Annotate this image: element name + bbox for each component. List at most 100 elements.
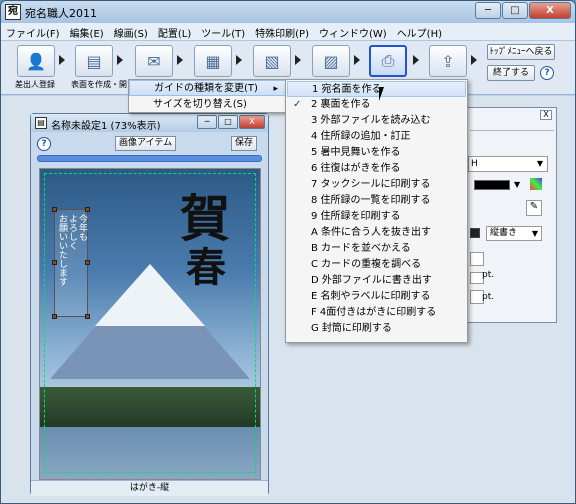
submenu-item-f[interactable]: F 4面付きはがきに印刷する xyxy=(287,305,466,321)
submenu-item-g[interactable]: G 封筒に印刷する xyxy=(287,321,466,337)
submenu-item-label: D 外部ファイルに書き出す xyxy=(311,275,432,286)
context-menu: ガイドの種類を変更(T) ▸ サイズを切り替え(S) xyxy=(128,79,288,113)
menu-line[interactable]: 線画(S) xyxy=(109,23,153,40)
switch-size-item[interactable]: サイズを切り替え(S) xyxy=(129,97,287,113)
postcard-canvas[interactable]: 賀 春 今年も よろしく お願いいたします xyxy=(39,168,261,480)
submenu-item-1[interactable]: 1 宛名面を作る xyxy=(287,81,466,97)
save-button[interactable]: 保存 xyxy=(231,136,258,151)
arrow-icon xyxy=(354,55,360,65)
check-icon: ✓ xyxy=(293,99,302,110)
palette-icon[interactable] xyxy=(530,178,542,190)
doc-title-bar: ▤ 名称未設定1 (73%表示) ─ □ X xyxy=(31,114,268,132)
image-item-button[interactable]: 画像アイテム xyxy=(115,136,177,151)
tool-button-3[interactable]: ✉ xyxy=(135,45,173,77)
chevron-down-icon: ▼ xyxy=(536,159,543,168)
menu-file[interactable]: ファイル(F) xyxy=(1,23,65,40)
maximize-button[interactable]: □ xyxy=(502,2,528,19)
menu-help[interactable]: ヘルプ(H) xyxy=(392,23,447,40)
person-icon: 👤 xyxy=(26,51,46,71)
size-stepper[interactable] xyxy=(470,252,484,266)
top-menu-button[interactable]: ﾄｯﾌﾟﾒﾆｭｰへ戻る xyxy=(487,44,555,60)
chevron-down-icon[interactable]: ▼ xyxy=(514,180,524,190)
submenu-item-label: 9 住所録を印刷する xyxy=(311,211,401,222)
submenu-item-7[interactable]: 7 タックシールに印刷する xyxy=(287,177,466,193)
submenu-item-a[interactable]: A 条件に合う人を抜き出す xyxy=(287,225,466,241)
menu-layout[interactable]: 配置(L) xyxy=(153,23,196,40)
submenu-item-4[interactable]: 4 住所録の追加・訂正 xyxy=(287,129,466,145)
menu-tools[interactable]: ツール(T) xyxy=(196,23,250,40)
submenu-item-label: E 名刺やラベルに印刷する xyxy=(311,291,431,302)
card-icon: ▦ xyxy=(205,51,221,71)
toggle-icon[interactable] xyxy=(470,228,480,238)
submenu-item-d[interactable]: D 外部ファイルに書き出す xyxy=(287,273,466,289)
submenu-item-label: 4 住所録の追加・訂正 xyxy=(311,131,411,142)
submenu-item-label: 5 暑中見舞いを作る xyxy=(311,147,401,158)
front-create-button[interactable]: ▤ xyxy=(75,45,113,77)
envelope-icon: ✉ xyxy=(147,51,161,71)
submenu-item-label: F 4面付きはがきに印刷する xyxy=(311,307,437,318)
print-button[interactable]: ⎙ xyxy=(369,45,407,77)
title-bar: 宛 宛名職人2011 ─ □ X xyxy=(1,1,575,23)
submenu-item-b[interactable]: B カードを並べかえる xyxy=(287,241,466,257)
submenu-item-label: B カードを並べかえる xyxy=(311,243,411,254)
doc-close-button[interactable]: X xyxy=(239,115,265,129)
change-guide-type-item[interactable]: ガイドの種類を変更(T) ▸ xyxy=(129,80,287,96)
progress-bar xyxy=(37,155,262,162)
document-window: ▤ 名称未設定1 (73%表示) ─ □ X ? 画像アイテム 保存 賀 春 今… xyxy=(30,113,269,496)
submenu-item-2[interactable]: ✓ 2 裏面を作る xyxy=(287,97,466,113)
doc-help-icon[interactable]: ? xyxy=(37,137,51,151)
doc-toolbar: ? 画像アイテム 保存 xyxy=(35,136,264,154)
tool-button-5[interactable]: ▧ xyxy=(253,45,291,77)
doc-maximize-button[interactable]: □ xyxy=(218,115,238,129)
unit-label: pt. xyxy=(482,270,495,280)
arrow-icon xyxy=(177,55,183,65)
arrow-icon xyxy=(413,55,419,65)
submenu-item-9[interactable]: 9 住所録を印刷する xyxy=(287,209,466,225)
front-create-label: 表面を作成・開く xyxy=(71,80,135,89)
properties-panel: X H ▼ ▼ ✎ 縦書き ▼ pt. pt. xyxy=(463,107,557,323)
menu-special-print[interactable]: 特殊印刷(P) xyxy=(250,23,314,40)
menu-window[interactable]: ウィンドウ(W) xyxy=(314,23,392,40)
safe-area-guide xyxy=(44,173,256,473)
guide-submenu: 1 宛名面を作る ✓ 2 裏面を作る 3 外部ファイルを読み込む 4 住所録の追加… xyxy=(285,79,468,343)
sender-register-button[interactable]: 👤 xyxy=(17,45,55,77)
switch-size-label: サイズを切り替え(S) xyxy=(153,99,247,110)
help-icon[interactable]: ? xyxy=(540,66,554,80)
submenu-item-6[interactable]: 6 往復はがきを作る xyxy=(287,161,466,177)
card-icon: ▨ xyxy=(323,51,339,71)
app-window: 宛 宛名職人2011 ─ □ X ファイル(F) 編集(E) 線画(S) 配置(… xyxy=(0,0,576,504)
submenu-item-label: 3 外部ファイルを読み込む xyxy=(311,115,431,126)
submenu-item-5[interactable]: 5 暑中見舞いを作る xyxy=(287,145,466,161)
tool-button-8[interactable]: ⇪ xyxy=(429,45,467,77)
change-guide-type-label: ガイドの種類を変更(T) xyxy=(154,83,258,94)
font-select-value: H xyxy=(471,159,478,169)
tool-button-6[interactable]: ▨ xyxy=(312,45,350,77)
app-icon: 宛 xyxy=(5,4,21,20)
submenu-item-label: 1 宛名面を作る xyxy=(312,84,382,95)
submenu-item-c[interactable]: C カードの重複を調べる xyxy=(287,257,466,273)
arrow-icon xyxy=(117,55,123,65)
tool-button-4[interactable]: ▦ xyxy=(194,45,232,77)
submenu-arrow-icon: ▸ xyxy=(273,84,278,94)
minimize-button[interactable]: ─ xyxy=(475,2,501,19)
color-swatch[interactable] xyxy=(474,180,510,190)
writing-direction-select[interactable]: 縦書き ▼ xyxy=(486,226,542,241)
menu-edit[interactable]: 編集(E) xyxy=(65,23,109,40)
submenu-item-e[interactable]: E 名刺やラベルに印刷する xyxy=(287,289,466,305)
panel-close-icon[interactable]: X xyxy=(540,110,552,120)
card-icon: ▤ xyxy=(86,51,102,71)
doc-title: 名称未設定1 (73%表示) xyxy=(51,121,161,132)
submenu-item-8[interactable]: 8 住所録の一覧を印刷する xyxy=(287,193,466,209)
submenu-item-label: G 封筒に印刷する xyxy=(311,323,392,334)
arrow-icon xyxy=(59,55,65,65)
font-select[interactable]: H ▼ xyxy=(468,156,548,172)
unit-label: pt. xyxy=(482,292,495,302)
eyedropper-icon[interactable]: ✎ xyxy=(526,200,542,216)
submenu-item-label: 6 往復はがきを作る xyxy=(311,163,401,174)
submenu-item-3[interactable]: 3 外部ファイルを読み込む xyxy=(287,113,466,129)
close-button[interactable]: X xyxy=(529,2,571,19)
exit-button[interactable]: 終了する xyxy=(487,65,535,81)
arrow-icon xyxy=(471,55,477,65)
doc-minimize-button[interactable]: ─ xyxy=(197,115,217,129)
card-size-label: はがき-縦 xyxy=(31,480,268,496)
